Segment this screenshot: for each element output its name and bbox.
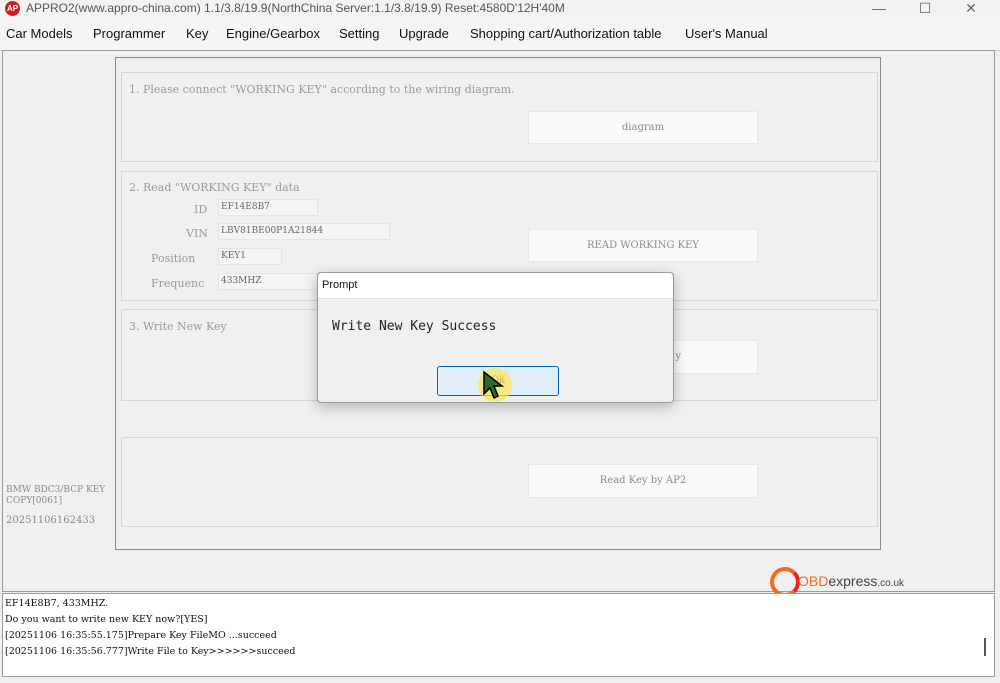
menu-users-manual[interactable]: User's Manual [685,26,768,41]
step1-text: 1. Please connect "WORKING KEY" accordin… [129,83,515,96]
maximize-button[interactable]: ☐ [902,0,948,18]
vin-label: VIN [186,227,208,240]
step1-group: 1. Please connect "WORKING KEY" accordin… [121,72,878,162]
read-key-by-ap2-button[interactable]: Read Key by AP2 [528,464,758,498]
position-label: Position [151,252,196,265]
watermark-tld: .co.uk [877,578,905,589]
step4-group: Read Key by AP2 [121,437,878,527]
log-line: EF14E8B7, 433MHZ. [5,598,109,609]
close-button[interactable]: ✕ [948,0,994,18]
menu-programmer[interactable]: Programmer [93,26,165,41]
id-label: ID [194,203,208,216]
id-field[interactable]: EF14E8B7 [218,199,318,216]
sidebar-timestamp: 20251106162433 [6,515,96,526]
read-working-key-button[interactable]: READ WORKING KEY [528,229,758,262]
step3-text: 3. Write New Key [129,320,227,333]
mouse-cursor-highlight [478,368,512,402]
step2-text: 2. Read "WORKING KEY" data [129,181,300,194]
log-console: EF14E8B7, 433MHZ. Do you want to write n… [2,593,995,677]
frequency-label: Frequenc [151,277,205,290]
minimize-button[interactable]: — [856,0,902,18]
vin-field[interactable]: LBV81BE00P1A21844 [218,223,390,240]
menu-shopping-cart[interactable]: Shopping cart/Authorization table [470,26,662,41]
dialog-title: Prompt [322,279,358,291]
sidebar-model-line1: BMW BDC3/BCP KEY [6,485,106,495]
menu-upgrade[interactable]: Upgrade [399,26,449,41]
log-scrollbar-thumb[interactable] [984,638,986,656]
cursor-arrow-icon [483,370,504,400]
menu-key[interactable]: Key [186,26,208,41]
log-line: [20251106 16:35:56.777]Write File to Key… [5,646,296,657]
menu-setting[interactable]: Setting [339,26,379,41]
diagram-button[interactable]: diagram [528,111,758,144]
dialog-message: Write New Key Success [332,319,497,334]
menu-bar: Car Models Programmer Key Engine/Gearbox… [0,18,1000,51]
position-field[interactable]: KEY1 [218,248,282,265]
dialog-title-bar: Prompt [318,273,673,299]
menu-car-models[interactable]: Car Models [6,26,72,41]
frequency-field[interactable]: 433MHZ [218,273,318,290]
log-line: Do you want to write new KEY now?[YES] [5,614,208,625]
log-line: [20251106 16:35:55.175]Prepare Key FileM… [5,630,277,641]
window-title: APPRO2(www.appro-china.com) 1.1/3.8/19.9… [26,1,565,15]
watermark-brand: OBD [798,573,829,589]
menu-engine-gearbox[interactable]: Engine/Gearbox [226,26,320,41]
watermark-domain: express [828,573,878,589]
app-logo-icon: AP [5,1,20,16]
title-bar: AP APPRO2(www.appro-china.com) 1.1/3.8/1… [0,0,1000,18]
sidebar-model-line2: COPY[0061] [6,496,63,506]
